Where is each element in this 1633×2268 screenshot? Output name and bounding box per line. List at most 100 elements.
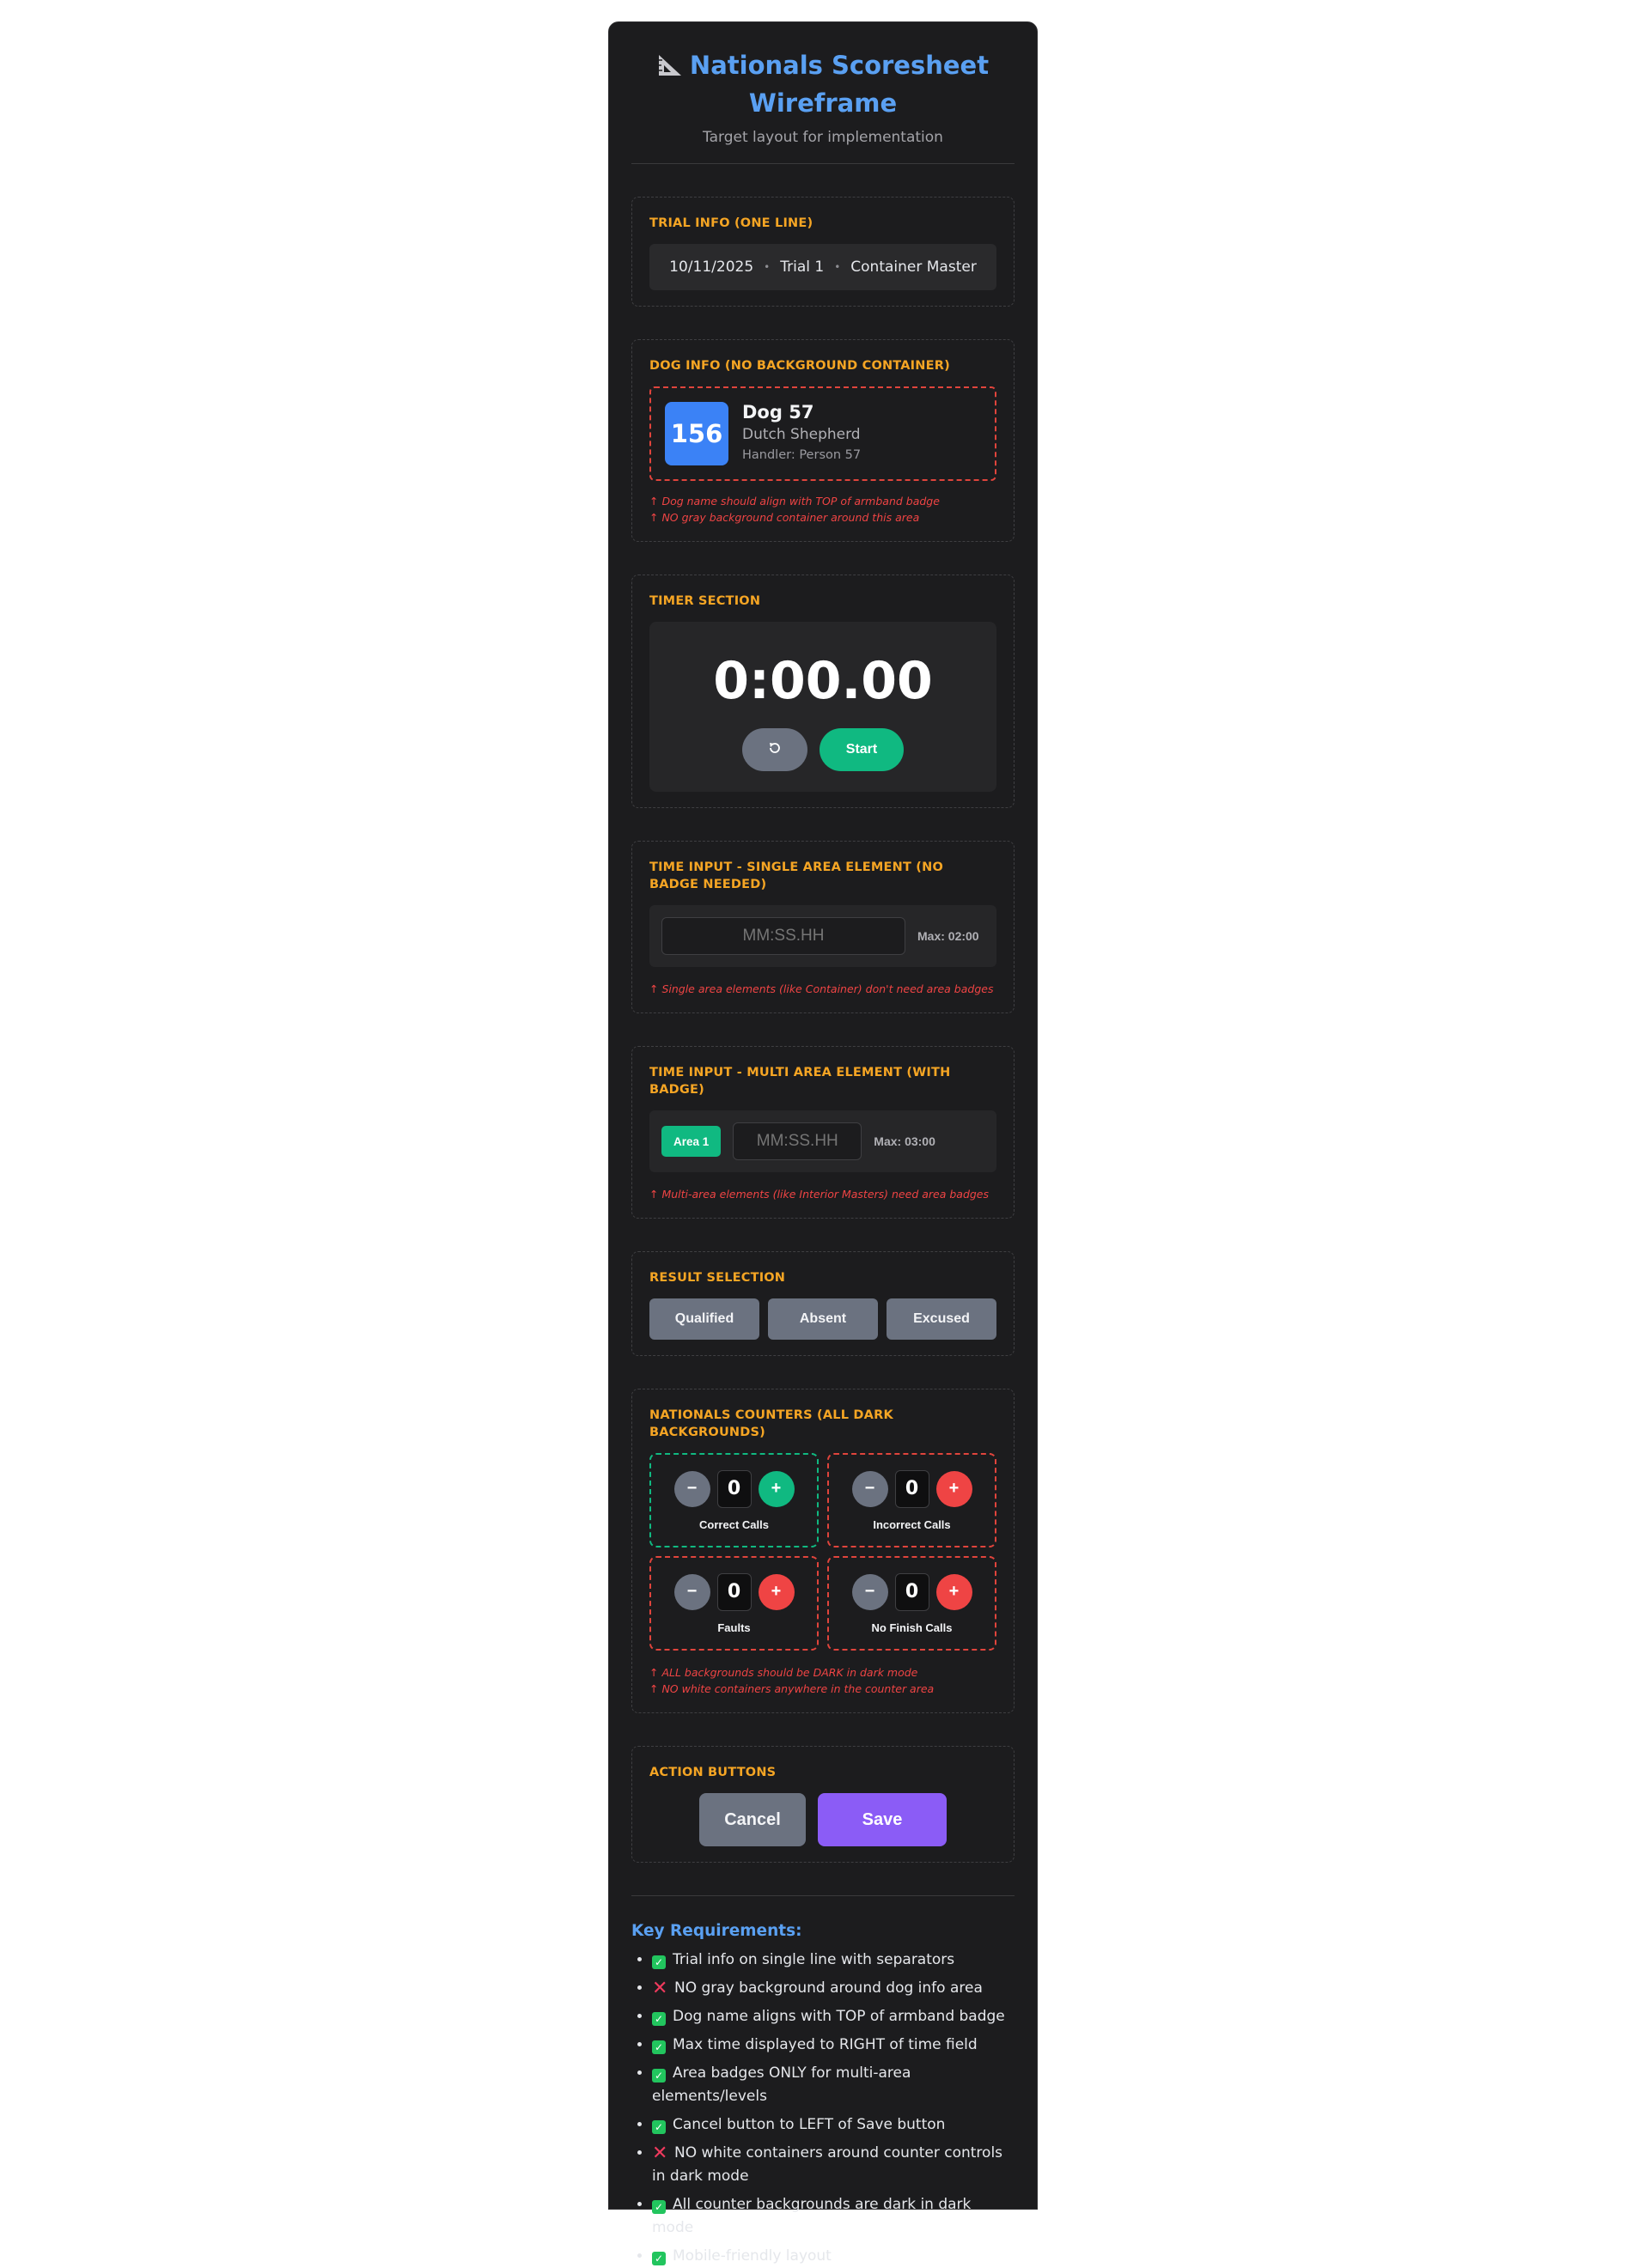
section-label: TIME INPUT - SINGLE AREA ELEMENT (NO BAD… — [649, 860, 943, 891]
trial-element: Container Master — [850, 258, 977, 276]
check-icon: ✓ — [652, 2120, 666, 2134]
annotation-note: ↑ NO white containers anywhere in the co… — [649, 1682, 935, 1695]
section-label: TRIAL INFO (ONE LINE) — [649, 216, 813, 230]
trial-date: 10/11/2025 — [669, 258, 754, 276]
header: Nationals Scoresheet Wireframe Target la… — [631, 22, 1015, 146]
title-text: Nationals Scoresheet Wireframe — [689, 51, 990, 118]
cross-icon: ✕ — [652, 2143, 668, 2164]
decrement-button[interactable]: − — [851, 1573, 888, 1610]
check-icon: ✓ — [652, 2069, 666, 2083]
list-item: ✓ Max time displayed to RIGHT of time fie… — [652, 2034, 1015, 2057]
time-input-row: Max: 02:00 — [649, 905, 996, 967]
increment-button[interactable]: + — [935, 1573, 972, 1610]
counter-correct-calls: − 0 + Correct Calls — [649, 1453, 819, 1547]
requirement-text: All counter backgrounds are dark in dark… — [652, 2196, 972, 2236]
requirements-divider — [631, 1895, 1015, 1896]
requirement-text: Area badges ONLY for multi-area elements… — [652, 2064, 911, 2105]
section-label: DOG INFO (NO BACKGROUND CONTAINER) — [649, 359, 950, 373]
time-input-single-section: TIME INPUT - SINGLE AREA ELEMENT (NO BAD… — [631, 841, 1015, 1013]
result-absent-button[interactable]: Absent — [768, 1298, 878, 1340]
check-icon: ✓ — [652, 2040, 666, 2054]
armband-badge: 156 — [665, 402, 728, 465]
decrement-button[interactable]: − — [851, 1470, 888, 1507]
check-icon: ✓ — [652, 2012, 666, 2026]
annotation-note: ↑ Multi-area elements (like Interior Mas… — [649, 1188, 990, 1201]
start-button[interactable]: Start — [820, 728, 904, 771]
section-label: ACTION BUTTONS — [649, 1766, 777, 1779]
page-subtitle: Target layout for implementation — [703, 129, 943, 146]
scoresheet-panel: Nationals Scoresheet Wireframe Target la… — [608, 21, 1038, 2265]
action-row: Cancel Save — [649, 1793, 996, 1846]
trial-info-line: 10/11/2025 • Trial 1 • Container Master — [649, 244, 996, 290]
list-item: ✓All counter backgrounds are dark in dar… — [652, 2193, 1015, 2240]
dog-info-box: 156 Dog 57 Dutch Shepherd Handler: Perso… — [649, 386, 996, 481]
time-input-row: Area 1 Max: 03:00 — [649, 1110, 996, 1172]
counter-controls: − 0 + — [851, 1572, 972, 1611]
reset-button[interactable] — [742, 728, 807, 771]
counter-controls: − 0 + — [673, 1469, 795, 1508]
counter-label: Incorrect Calls — [873, 1517, 951, 1531]
increment-button[interactable]: + — [935, 1470, 972, 1507]
increment-button[interactable]: + — [758, 1470, 795, 1507]
max-time-label: Max: 02:00 — [917, 929, 979, 943]
section-label: RESULT SELECTION — [649, 1271, 786, 1285]
timer-display: 0:00.00 — [713, 651, 933, 711]
timer-box: 0:00.00 Start — [649, 622, 996, 792]
counters-section: NATIONALS COUNTERS (ALL DARK BACKGROUNDS… — [631, 1389, 1015, 1713]
list-item: ✓ Trial info on single line with separato… — [652, 1949, 1015, 1972]
counter-value: 0 — [716, 1572, 752, 1611]
timer-section: TIMER SECTION 0:00.00 Start — [631, 575, 1015, 808]
counter-value: 0 — [894, 1572, 929, 1611]
counter-controls: − 0 + — [673, 1572, 795, 1611]
requirements-list: ✓ Trial info on single line with separato… — [631, 1949, 1015, 2268]
max-time-label: Max: 03:00 — [874, 1134, 935, 1148]
reset-icon — [768, 741, 782, 759]
requirement-text: Trial info on single line with separator… — [673, 1951, 955, 1968]
timer-controls: Start — [649, 728, 996, 771]
save-button[interactable]: Save — [818, 1793, 947, 1846]
result-excused-button[interactable]: Excused — [887, 1298, 996, 1340]
counter-no-finish-calls: − 0 + No Finish Calls — [827, 1556, 996, 1651]
triangular-ruler-icon — [657, 52, 683, 86]
annotation-note: ↑ Dog name should align with TOP of armb… — [649, 495, 940, 508]
dog-handler: Handler: Person 57 — [742, 448, 862, 462]
counter-label: No Finish Calls — [871, 1620, 953, 1634]
counter-controls: − 0 + — [851, 1469, 972, 1508]
separator: • — [834, 261, 841, 273]
counter-label: Correct Calls — [699, 1517, 769, 1531]
result-options: Qualified Absent Excused — [649, 1298, 996, 1340]
increment-button[interactable]: + — [758, 1573, 795, 1610]
requirement-text: Cancel button to LEFT of Save button — [673, 2116, 946, 2133]
area-badge: Area 1 — [661, 1126, 722, 1157]
dog-breed: Dutch Shepherd — [742, 426, 861, 443]
requirements-title: Key Requirements: — [631, 1922, 802, 1940]
cancel-button[interactable]: Cancel — [699, 1793, 806, 1846]
section-label: NATIONALS COUNTERS (ALL DARK BACKGROUNDS… — [649, 1408, 893, 1439]
requirements: Key Requirements: ✓ Trial info on single … — [631, 1922, 1015, 2268]
decrement-button[interactable]: − — [673, 1573, 710, 1610]
requirement-text: Dog name aligns with TOP of armband badg… — [673, 2008, 1005, 2025]
check-icon: ✓ — [652, 2200, 666, 2214]
counters-grid: − 0 + Correct Calls − 0 + Incorrect Call… — [649, 1453, 996, 1651]
cross-icon: ✕ — [652, 1978, 668, 1999]
dog-info-section: DOG INFO (NO BACKGROUND CONTAINER) 156 D… — [631, 339, 1015, 542]
check-icon: ✓ — [652, 2252, 666, 2265]
requirement-text: NO gray background around dog info area — [674, 1979, 983, 1997]
counter-faults: − 0 + Faults — [649, 1556, 819, 1651]
header-divider — [631, 163, 1015, 164]
list-item: ✕ NO gray background around dog info area — [652, 1977, 1015, 2000]
annotation-note: ↑ ALL backgrounds should be DARK in dark… — [649, 1666, 918, 1679]
trial-number: Trial 1 — [780, 258, 825, 276]
annotation-note: ↑ Single area elements (like Container) … — [649, 982, 994, 995]
time-input-field[interactable] — [733, 1122, 862, 1160]
separator: • — [764, 261, 771, 273]
requirement-text: Mobile-friendly layout — [673, 2247, 832, 2265]
result-qualified-button[interactable]: Qualified — [649, 1298, 759, 1340]
check-icon: ✓ — [652, 1955, 666, 1969]
action-buttons-section: ACTION BUTTONS Cancel Save — [631, 1746, 1015, 1863]
decrement-button[interactable]: − — [673, 1470, 710, 1507]
dog-details: Dog 57 Dutch Shepherd Handler: Person 57 — [742, 402, 861, 462]
list-item: ✕NO white containers around counter cont… — [652, 2142, 1015, 2188]
list-item: ✓ Mobile-friendly layout — [652, 2245, 1015, 2268]
time-input-field[interactable] — [661, 917, 905, 955]
